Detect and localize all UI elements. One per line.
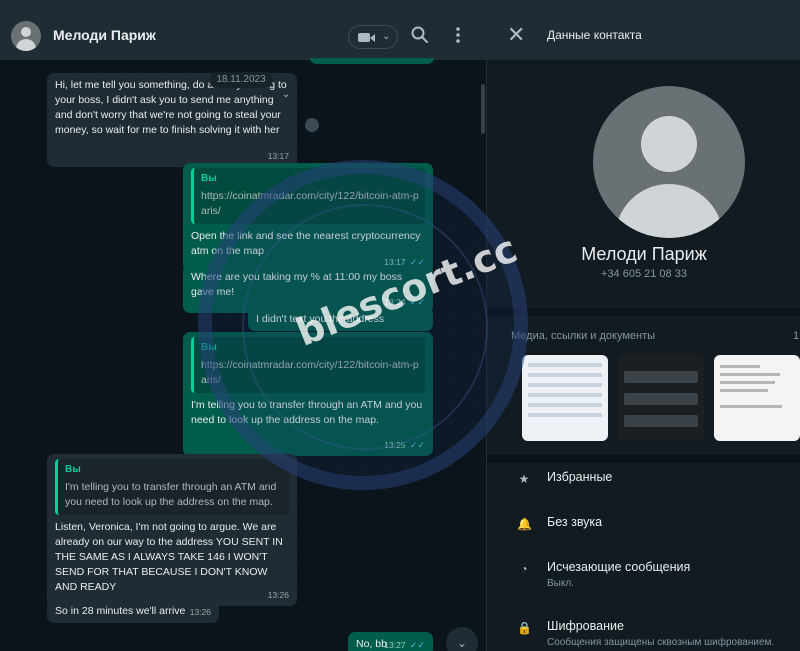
quoted-message[interactable]: Вы https://coinatmradar.com/city/122/bit… <box>191 168 425 224</box>
message-menu-chevron-icon[interactable]: ⌄ <box>276 86 296 104</box>
thumb-line <box>528 403 602 407</box>
thumb-line <box>528 413 602 417</box>
menu-item-encryption[interactable]: 🔒 Шифрование Сообщения защищены сквозным… <box>487 619 800 651</box>
quote-text: https://coinatmradar.com/city/122/bitcoi… <box>201 190 419 217</box>
message-time: 13:27 ✓✓ <box>384 638 425 651</box>
contact-phone: +34 605 21 08 33 <box>601 268 687 280</box>
contact-info-header: ✕ Данные контакта <box>487 12 800 60</box>
time-value: 13:27 <box>384 640 406 650</box>
message-time: 13:26 <box>267 590 289 600</box>
message-time: 13:26 <box>189 607 211 617</box>
message-text: So in 28 minutes we'll arrive <box>55 605 186 617</box>
chat-title[interactable]: Мелоди Париж <box>53 27 156 43</box>
thumb-block <box>624 415 698 427</box>
menu-item-label: Шифрование <box>547 619 624 633</box>
close-icon[interactable]: ✕ <box>507 23 525 47</box>
star-icon: ★ <box>518 472 530 486</box>
thumb-line <box>528 383 602 387</box>
thumb-line <box>720 381 775 384</box>
video-camera-icon <box>358 33 370 42</box>
thumb-block <box>624 393 698 405</box>
chat-header[interactable]: Мелоди Париж ⌄ <box>0 12 486 60</box>
contact-avatar[interactable] <box>593 86 745 238</box>
video-camera-lens-icon <box>370 34 375 42</box>
media-section-label[interactable]: Медиа, ссылки и документы <box>511 330 655 342</box>
thumb-line <box>720 373 780 376</box>
menu-item-label: Исчезающие сообщения <box>547 560 691 574</box>
emoji-reaction-icon[interactable] <box>305 118 319 132</box>
media-thumbnail[interactable] <box>618 355 704 441</box>
media-thumbnail[interactable] <box>522 355 608 441</box>
window-top-strip <box>0 0 800 12</box>
thumb-line <box>720 389 768 392</box>
avatar-body <box>615 184 723 238</box>
message-time: 13:25 ✓✓ <box>384 438 425 453</box>
bell-icon: 🔔 <box>517 517 532 531</box>
chat-pane: Мелоди Париж ⌄ Hi, let me tell you somet… <box>0 12 486 651</box>
media-count[interactable]: 1 <box>793 330 799 342</box>
previous-message-edge <box>310 58 434 64</box>
thumb-line <box>528 363 602 367</box>
menu-item-sublabel: Выкл. <box>547 578 574 589</box>
quote-author: Вы <box>65 464 81 475</box>
message-text: I'm telling you to transfer through an A… <box>191 399 423 426</box>
menu-item-disappearing-messages[interactable]: ◔ Исчезающие сообщения Выкл. <box>487 560 800 600</box>
menu-item-label: Избранные <box>547 470 613 484</box>
menu-item-sublabel: Сообщения защищены сквозным шифрованием. <box>547 637 775 648</box>
time-value: 13:25 <box>384 440 406 450</box>
media-thumbnail[interactable] <box>714 355 800 441</box>
lock-icon: 🔒 <box>517 621 532 635</box>
message-time: 13:17 <box>267 151 289 161</box>
read-ticks-icon: ✓✓ <box>409 640 425 650</box>
thumb-line <box>720 365 760 368</box>
thumb-block <box>624 371 698 383</box>
avatar[interactable] <box>11 21 41 51</box>
avatar-head <box>641 116 697 172</box>
quote-text: I'm telling you to transfer through an A… <box>65 481 277 508</box>
section-divider <box>487 455 800 463</box>
date-chip: 18.11.2023 <box>210 72 272 88</box>
chat-scrollbar[interactable] <box>481 84 485 134</box>
search-icon[interactable] <box>410 25 430 45</box>
quoted-message[interactable]: Вы I'm telling you to transfer through a… <box>55 459 289 515</box>
message-in[interactable]: So in 28 minutes we'll arrive 13:26 <box>47 599 219 623</box>
section-divider <box>487 308 800 316</box>
chevron-down-icon: ⌄ <box>382 31 391 42</box>
quote-text: https://coinatmradar.com/city/122/bitcoi… <box>201 359 419 386</box>
menu-item-label: Без звука <box>547 515 603 529</box>
video-call-button[interactable]: ⌄ <box>348 25 398 49</box>
chevron-down-icon: ⌄ <box>456 636 468 650</box>
menu-dots-icon[interactable] <box>448 25 468 45</box>
quote-author: Вы <box>201 173 217 184</box>
contact-info-pane: ✕ Данные контакта Мелоди Париж +34 605 2… <box>486 12 800 651</box>
menu-item-favorites[interactable]: ★ Избранные <box>487 470 800 510</box>
message-text: Listen, Veronica, I'm not going to argue… <box>55 521 283 593</box>
message-out[interactable]: Вы https://coinatmradar.com/city/122/bit… <box>183 163 433 273</box>
thumb-line <box>528 393 602 397</box>
avatar-head <box>21 27 31 37</box>
message-in[interactable]: Вы I'm telling you to transfer through a… <box>47 454 297 606</box>
timer-icon: ◔ <box>520 562 528 576</box>
avatar-body <box>16 39 36 51</box>
thumb-line <box>528 373 602 377</box>
read-ticks-icon: ✓✓ <box>409 440 425 450</box>
scroll-to-bottom-button[interactable]: ⌄ <box>446 627 478 651</box>
menu-item-mute[interactable]: 🔔 Без звука <box>487 515 800 555</box>
message-out[interactable]: No, bb 13:27 ✓✓ <box>348 632 433 651</box>
contact-info-title: Данные контакта <box>547 28 642 42</box>
thumb-line <box>720 405 782 408</box>
contact-name: Мелоди Париж <box>581 244 707 264</box>
